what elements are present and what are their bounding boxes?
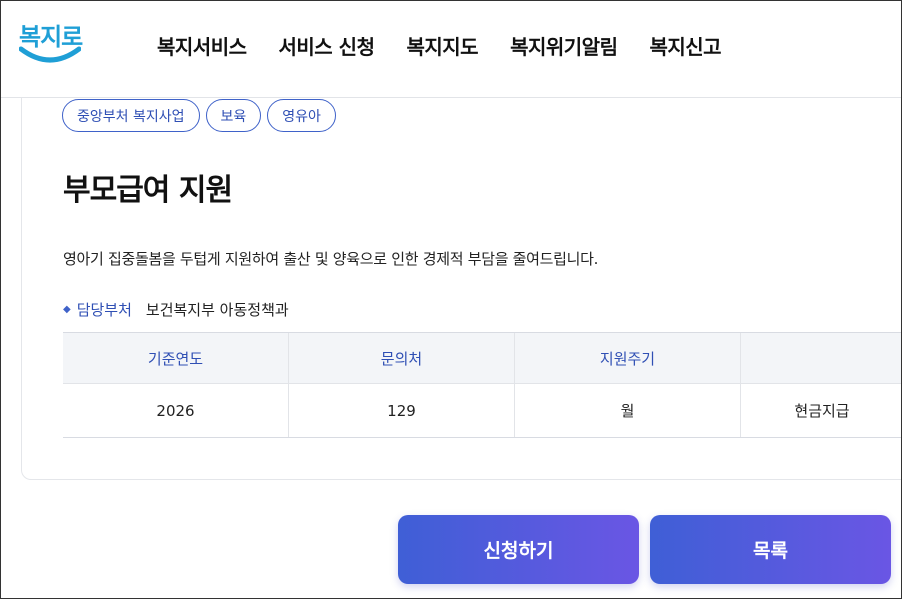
department-label: 담당부처 <box>76 301 132 319</box>
cell-support-type: 현금지급 <box>794 402 850 420</box>
tag-central-ministry[interactable]: 중앙부처 복지사업 <box>62 99 200 132</box>
nav-welfare-services[interactable]: 복지서비스 <box>157 31 247 60</box>
tag-childcare[interactable]: 보육 <box>205 99 262 132</box>
tag-infant[interactable]: 영유아 <box>267 99 336 132</box>
apply-button[interactable]: 신청하기 <box>398 515 639 584</box>
list-button[interactable]: 목록 <box>650 515 891 584</box>
tag-list: 중앙부처 복지사업 보육 영유아 <box>62 99 336 132</box>
smile-icon <box>19 46 81 63</box>
cell-support-cycle: 월 <box>515 384 741 437</box>
page-frame: 복지로 복지서비스 서비스 신청 복지지도 복지위기알림 복지신고 중앙부처 복… <box>0 0 902 599</box>
header-support-type <box>741 333 901 383</box>
department-value: 보건복지부 아동정책과 <box>145 301 289 319</box>
diamond-bullet-icon: ◆ <box>63 304 71 315</box>
nav-crisis-alert[interactable]: 복지위기알림 <box>510 31 618 60</box>
nav-welfare-map[interactable]: 복지지도 <box>406 31 478 60</box>
header-base-year: 기준연도 <box>63 333 289 383</box>
header-contact: 문의처 <box>289 333 515 383</box>
department-row: ◆ 담당부처 보건복지부 아동정책과 <box>63 299 289 320</box>
nav-service-apply[interactable]: 서비스 신청 <box>279 31 375 60</box>
table-header: 기준연도 문의처 지원주기 <box>63 333 901 384</box>
nav-welfare-report[interactable]: 복지신고 <box>649 31 721 60</box>
cell-base-year: 2026 <box>63 384 289 437</box>
service-description: 영아기 집중돌봄을 두텁게 지원하여 출산 및 양육으로 인한 경제적 부담을 … <box>63 250 599 268</box>
page-title: 부모급여 지원 <box>63 173 233 208</box>
cell-contact: 129 <box>289 384 515 437</box>
site-logo[interactable]: 복지로 <box>17 15 87 73</box>
header-support-cycle: 지원주기 <box>515 333 741 383</box>
site-header: 복지로 복지서비스 서비스 신청 복지지도 복지위기알림 복지신고 <box>1 1 901 98</box>
info-table: 기준연도 문의처 지원주기 2026 129 월 현금지급 <box>63 332 901 438</box>
main-nav: 복지서비스 서비스 신청 복지지도 복지위기알림 복지신고 <box>157 31 722 60</box>
table-row: 2026 129 월 현금지급 <box>63 384 901 438</box>
